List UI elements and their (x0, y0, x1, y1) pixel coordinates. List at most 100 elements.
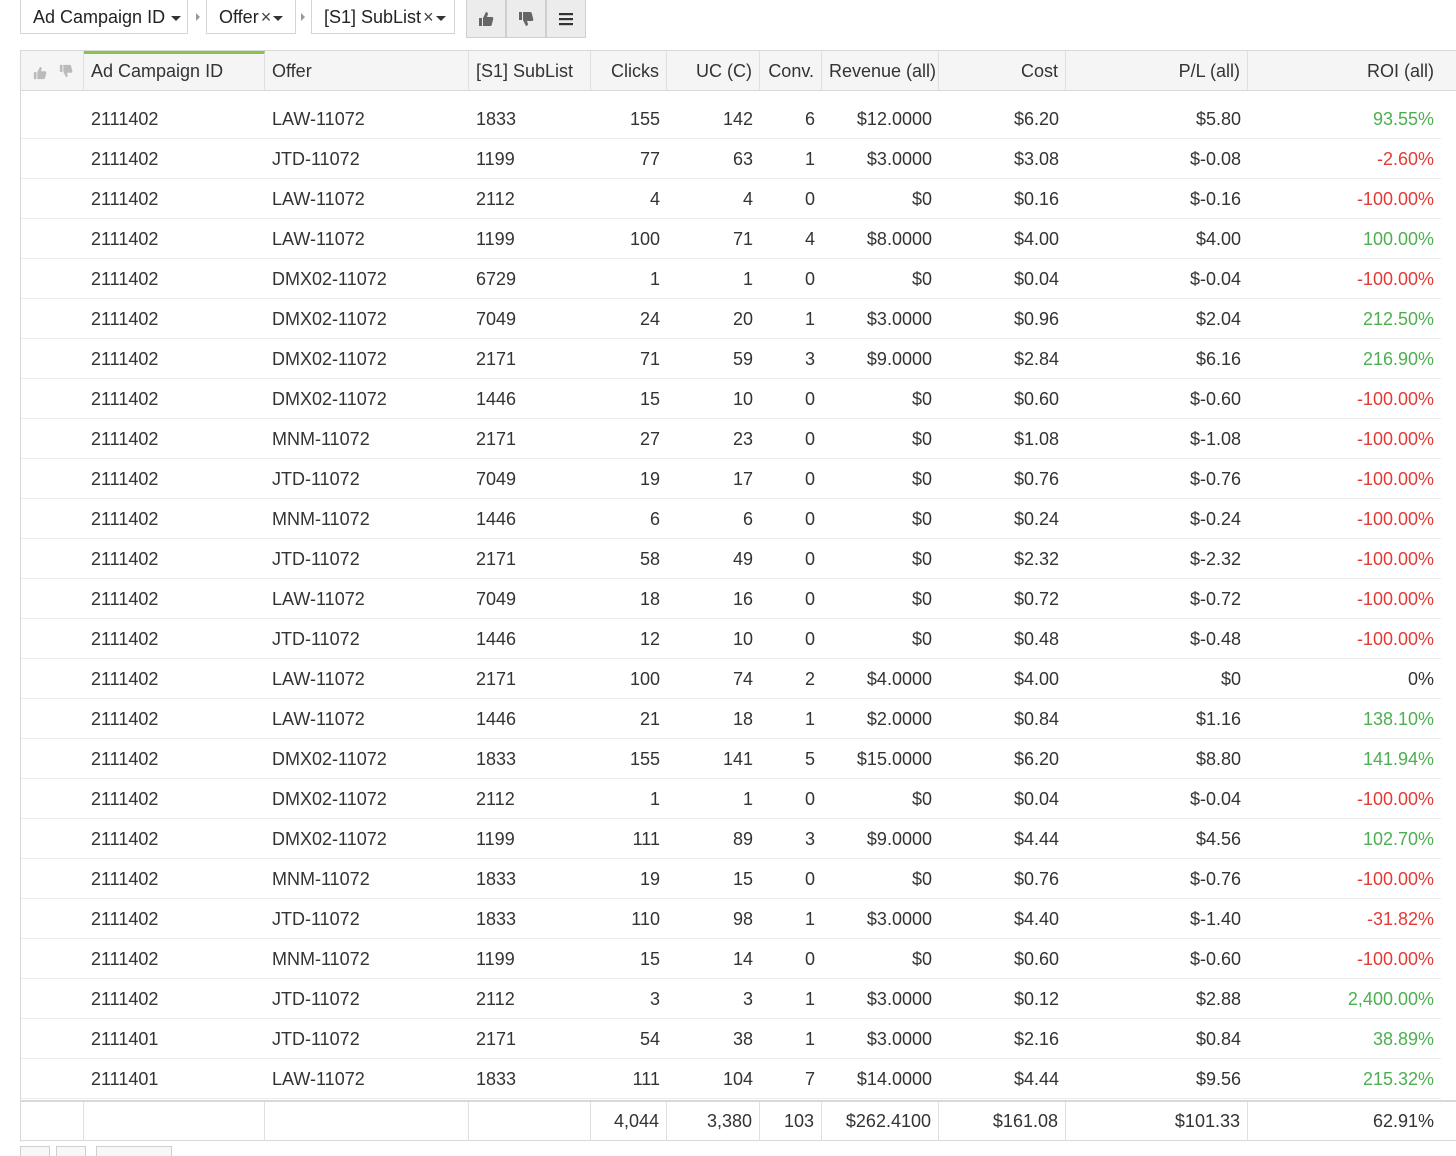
table-row[interactable]: 2111402 DMX02-11072 1446 15 10 0 $0 $0.60 $-0.60… (21, 379, 1441, 419)
thumbs-up-button[interactable] (466, 0, 506, 38)
cell-ad-campaign-id: 2111402 (91, 589, 159, 609)
cell-sublist: 2112 (476, 789, 515, 809)
pager-select[interactable] (96, 1146, 172, 1156)
table-row[interactable]: 2111402 MNM-11072 1446 6 6 0 $0 $0.24 $-0.24 -100… (21, 499, 1441, 539)
menu-button[interactable] (546, 0, 586, 38)
table-row[interactable]: 2111402 JTD-11072 1446 12 10 0 $0 $0.48 $-0.48 -1… (21, 619, 1441, 659)
table-row[interactable]: 2111402 DMX02-11072 6729 1 1 0 $0 $0.04 $-0.04 -1… (21, 259, 1441, 299)
column-header-conv[interactable]: Conv. (760, 51, 822, 90)
table-row[interactable]: 2111402 LAW-11072 2112 4 4 0 $0 $0.16 $-0.16 -100… (21, 179, 1441, 219)
table-row[interactable]: 2111402 MNM-11072 1833 19 15 0 $0 $0.76 $-0.76 -1… (21, 859, 1441, 899)
pager-button[interactable] (56, 1146, 86, 1156)
cell-ad-campaign-id: 2111402 (91, 309, 159, 329)
cell-revenue: $8.0000 (866, 229, 932, 249)
cell-sublist: 1199 (476, 149, 515, 169)
cell-uc: 1 (742, 789, 753, 809)
cell-clicks: 58 (639, 549, 660, 569)
thumbs-down-icon[interactable] (59, 64, 73, 78)
column-header-pl[interactable]: P/L (all) (1066, 51, 1248, 90)
cell-revenue: $3.0000 (866, 909, 932, 929)
cell-offer: MNM-11072 (272, 949, 370, 969)
column-header-s1-sublist[interactable]: [S1] SubList (469, 51, 591, 90)
cell-conv: 0 (804, 189, 815, 209)
cell-cost: $0.76 (1013, 469, 1059, 489)
cell-uc: 59 (732, 349, 753, 369)
cell-ad-campaign-id: 2111401 (91, 1029, 159, 1049)
cell-cost: $0.16 (1013, 189, 1059, 209)
cell-clicks: 3 (649, 989, 660, 1009)
table-row[interactable]: 2111402 DMX02-11072 2112 1 1 0 $0 $0.04 $-0.04 -1… (21, 779, 1441, 819)
cell-conv: 7 (804, 1069, 815, 1089)
cell-uc: 14 (732, 949, 753, 969)
table-row[interactable]: 2111401 LAW-11072 1833 111 104 7 $14.0000 $4.44… (21, 1059, 1441, 1099)
cell-uc: 6 (742, 509, 753, 529)
cell-roi: -100.00% (1356, 789, 1434, 809)
table-row[interactable]: 2111401 JTD-11072 2171 54 38 1 $3.0000 $2.16 $0.… (21, 1019, 1441, 1059)
cell-uc: 16 (732, 589, 753, 609)
table-row[interactable]: 2111402 LAW-11072 2171 100 74 2 $4.0000 $4.00 $0… (21, 659, 1441, 699)
close-icon[interactable]: × (261, 7, 272, 27)
cell-sublist: 1833 (476, 909, 517, 929)
thumbs-down-button[interactable] (506, 0, 546, 38)
pager-button[interactable] (20, 1146, 50, 1156)
table-row[interactable]: 2111402 MNM-11072 1199 15 14 0 $0 $0.60 $-0.60 -1… (21, 939, 1441, 979)
table-row[interactable]: 2111402 LAW-11072 1446 21 18 1 $2.0000 $0.84 $1.… (21, 699, 1441, 739)
table-row[interactable]: 2111402 JTD-11072 1199 77 63 1 $3.0000 $3.08 $-0… (21, 139, 1441, 179)
cell-clicks: 71 (639, 349, 660, 369)
column-header-uc[interactable]: UC (C) (667, 51, 760, 90)
cell-ad-campaign-id: 2111402 (91, 429, 159, 449)
grid-header: Ad Campaign ID Offer [S1] SubList Clicks… (21, 51, 1456, 91)
cell-sublist: 2112 (476, 189, 515, 209)
total-clicks: 4,044 (591, 1102, 667, 1141)
cell-offer: DMX02-11072 (272, 269, 387, 289)
table-row[interactable]: 2111402 DMX02-11072 1199 111 89 3 $9.0000 $4.44… (21, 819, 1441, 859)
column-header-ad-campaign-id[interactable]: Ad Campaign ID (84, 51, 265, 90)
table-row[interactable]: 2111402 LAW-11072 1199 100 71 4 $8.0000 $4.00 $4… (21, 219, 1441, 259)
cell-ad-campaign-id: 2111402 (91, 749, 159, 769)
cell-clicks: 6 (649, 509, 660, 529)
chevron-down-icon[interactable] (273, 15, 284, 21)
column-header-clicks[interactable]: Clicks (591, 51, 667, 90)
cell-offer: DMX02-11072 (272, 389, 387, 409)
cell-uc: 1 (742, 269, 753, 289)
table-row[interactable]: 2111402 LAW-11072 1833 155 142 6 $12.0000 $6.20… (21, 99, 1441, 139)
cell-conv: 3 (804, 349, 815, 369)
thumbs-up-icon[interactable] (33, 66, 47, 80)
cell-conv: 0 (804, 269, 815, 289)
header-rating-cell (21, 51, 84, 90)
cell-pl: $-0.08 (1189, 149, 1241, 169)
cell-revenue: $0 (911, 869, 932, 889)
cell-pl: $0 (1220, 669, 1241, 689)
table-row[interactable]: 2111402 LAW-11072 7049 18 16 0 $0 $0.72 $-0.72 -1… (21, 579, 1441, 619)
column-header-cost[interactable]: Cost (939, 51, 1066, 90)
column-header-roi[interactable]: ROI (all) (1248, 51, 1441, 90)
cell-clicks: 111 (632, 1069, 660, 1089)
table-row[interactable]: 2111402 JTD-11072 1833 110 98 1 $3.0000 $4.40 $-… (21, 899, 1441, 939)
table-row[interactable]: 2111402 JTD-11072 2112 3 3 1 $3.0000 $0.12 $2.88… (21, 979, 1441, 1019)
table-row[interactable]: 2111402 JTD-11072 7049 19 17 0 $0 $0.76 $-0.76 -1… (21, 459, 1441, 499)
filter-chip-ad-campaign-id[interactable]: Ad Campaign ID (20, 0, 188, 34)
column-header-revenue[interactable]: Revenue (all) (822, 51, 939, 90)
chevron-down-icon[interactable] (435, 15, 446, 21)
cell-cost: $4.44 (1013, 829, 1059, 849)
table-row[interactable]: 2111402 DMX02-11072 1833 155 141 5 $15.0000 $6.… (21, 739, 1441, 779)
cell-revenue: $3.0000 (866, 149, 932, 169)
filter-chip-offer[interactable]: Offer × (206, 0, 296, 34)
total-roi: 62.91% (1372, 1111, 1434, 1131)
cell-conv: 1 (804, 149, 815, 169)
table-row[interactable]: 2111402 DMX02-11072 2171 71 59 3 $9.0000 $2.84 $… (21, 339, 1441, 379)
table-row[interactable]: 2111402 MNM-11072 2171 27 23 0 $0 $1.08 $-1.08 -1… (21, 419, 1441, 459)
cell-conv: 6 (804, 109, 815, 129)
table-row[interactable]: 2111402 DMX02-11072 7049 24 20 1 $3.0000 $0.96 $… (21, 299, 1441, 339)
filter-chip-s1-sublist[interactable]: [S1] SubList × (311, 0, 455, 34)
cell-revenue: $0 (911, 389, 932, 409)
column-header-offer[interactable]: Offer (265, 51, 469, 90)
cell-clicks: 4 (649, 189, 660, 209)
cell-uc: 104 (722, 1069, 753, 1089)
cell-cost: $3.08 (1013, 149, 1059, 169)
close-icon[interactable]: × (423, 7, 434, 27)
cell-clicks: 19 (639, 469, 660, 489)
table-row[interactable]: 2111402 JTD-11072 2171 58 49 0 $0 $2.32 $-2.32 -1… (21, 539, 1441, 579)
chevron-down-icon[interactable] (171, 15, 182, 21)
cell-offer: LAW-11072 (272, 589, 365, 609)
